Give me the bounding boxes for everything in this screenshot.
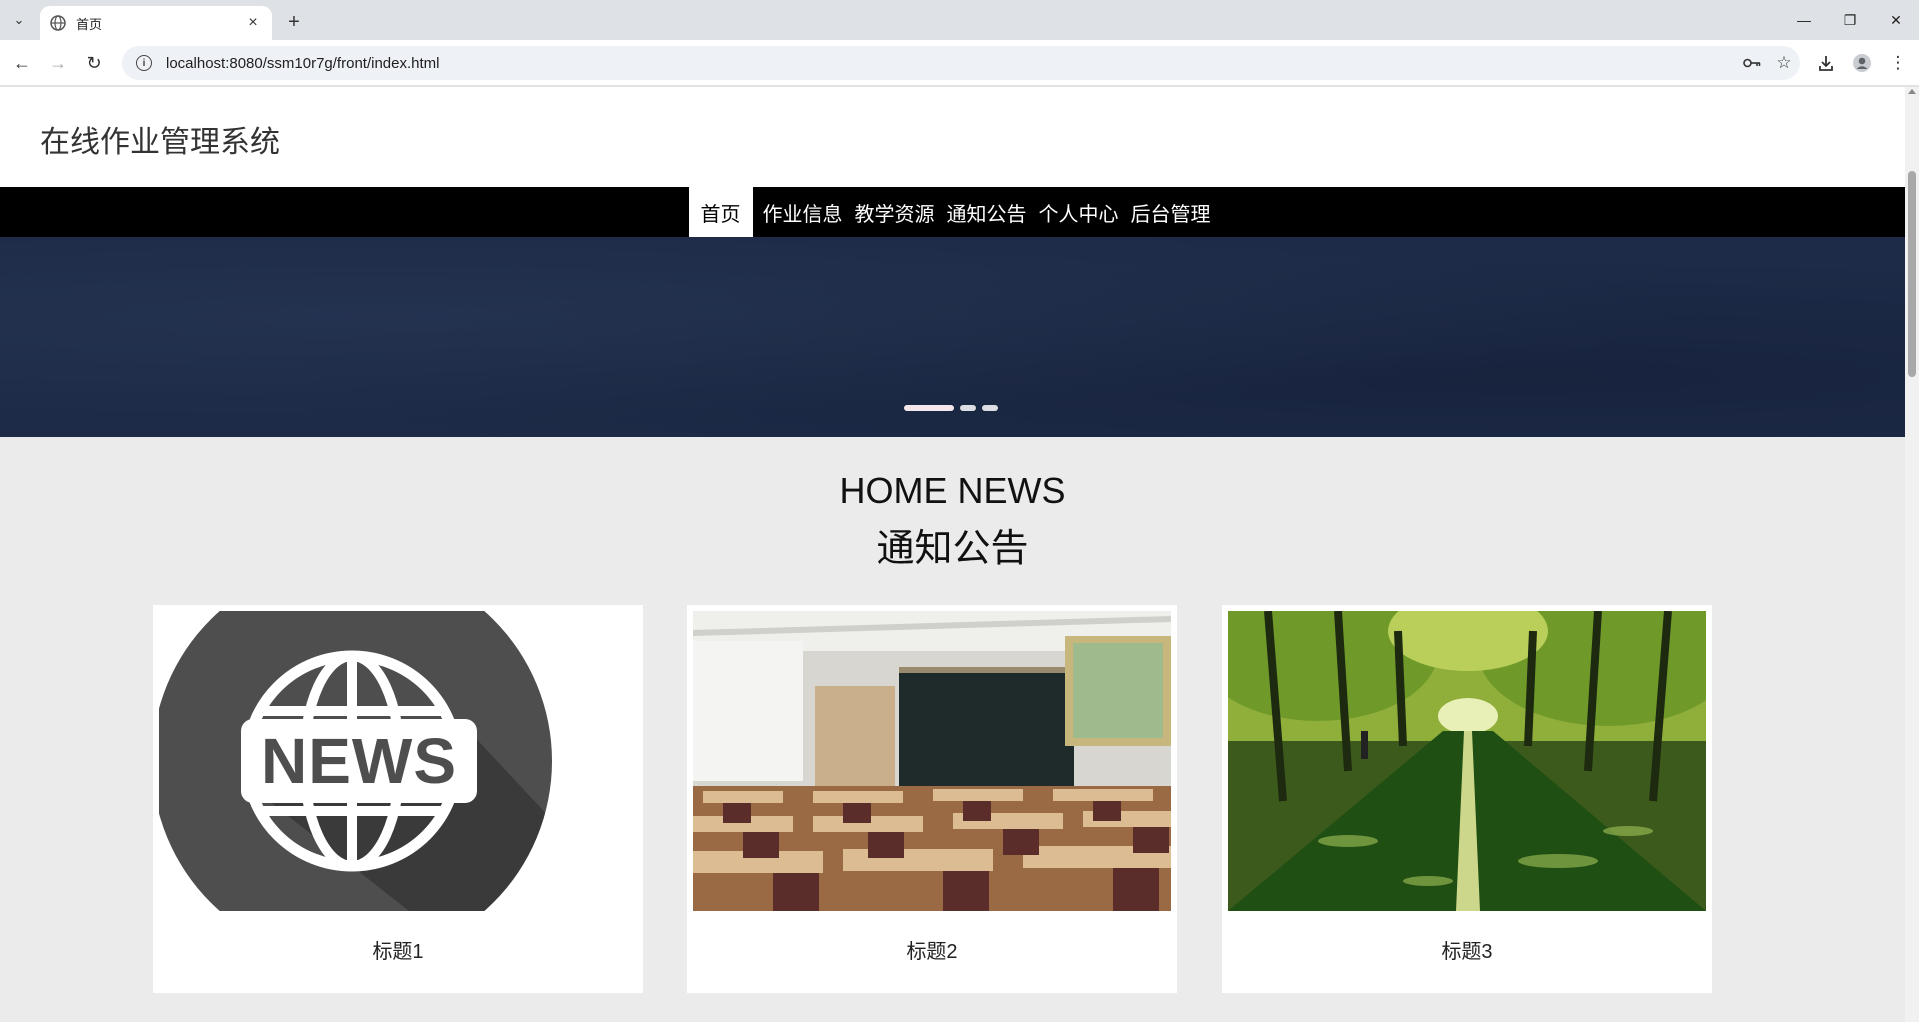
nav-item-profile[interactable]: 个人中心 [1033, 187, 1125, 237]
tab-title: 首页 [76, 16, 103, 32]
main-navbar: 首页 作业信息 教学资源 通知公告 个人中心 后台管理 [0, 187, 1905, 237]
browser-menu-icon[interactable]: ⋮ [1882, 47, 1914, 79]
site-header: 在线作业管理系统 [0, 87, 1905, 187]
site-title: 在线作业管理系统 [40, 126, 280, 159]
globe-icon [50, 15, 66, 31]
news-section-title-en: HOME NEWS [839, 470, 1066, 511]
nav-item-admin[interactable]: 后台管理 [1125, 187, 1217, 237]
page-content: 在线作业管理系统 首页 作业信息 教学资源 通知公告 个人中心 后台管理 HOM… [0, 87, 1905, 1022]
news-card-title[interactable]: 标题3 [1222, 935, 1712, 964]
tab-search-chevron-icon[interactable]: ⌄ [6, 7, 32, 33]
close-window-icon[interactable]: ✕ [1873, 0, 1919, 40]
tab-strip: ⌄ 首页 × + — ❐ ✕ [0, 0, 1919, 40]
nav-item-homework[interactable]: 作业信息 [757, 187, 849, 237]
classroom-image[interactable] [693, 611, 1171, 911]
forward-icon[interactable]: → [42, 47, 74, 79]
nav-item-home[interactable]: 首页 [688, 187, 753, 237]
minimize-icon[interactable]: — [1781, 0, 1827, 40]
download-icon[interactable] [1810, 47, 1842, 79]
carousel-indicators [904, 405, 998, 411]
news-card-title[interactable]: 标题1 [153, 935, 643, 964]
reload-icon[interactable]: ↻ [78, 47, 110, 79]
news-globe-image[interactable]: NEWS [159, 611, 637, 911]
address-bar[interactable]: i localhost:8080/ssm10r7g/front/index.ht… [122, 46, 1800, 80]
close-tab-icon[interactable]: × [244, 14, 262, 32]
scrollbar-thumb[interactable] [1908, 171, 1916, 377]
url-text[interactable]: localhost:8080/ssm10r7g/front/index.html [166, 55, 1736, 72]
news-card-2[interactable]: 标题2 [687, 605, 1177, 993]
nav-item-resources[interactable]: 教学资源 [849, 187, 941, 237]
nav-item-notices[interactable]: 通知公告 [941, 187, 1033, 237]
banner-carousel[interactable] [0, 237, 1905, 437]
carousel-dot-2[interactable] [960, 405, 976, 411]
news-section-title-cn: 通知公告 [876, 528, 1029, 570]
carousel-dot-3[interactable] [982, 405, 998, 411]
password-key-icon[interactable] [1736, 47, 1768, 79]
news-card-title[interactable]: 标题2 [687, 935, 1177, 964]
bookmark-star-icon[interactable]: ☆ [1768, 47, 1800, 79]
new-tab-button[interactable]: + [280, 8, 308, 36]
site-info-icon[interactable]: i [136, 55, 152, 71]
news-card-1[interactable]: NEWS 标题1 [153, 605, 643, 993]
browser-toolbar: ← → ↻ i localhost:8080/ssm10r7g/front/in… [0, 40, 1919, 86]
profile-avatar-icon[interactable] [1846, 47, 1878, 79]
browser-tab[interactable]: 首页 × [40, 6, 272, 40]
news-logo-text: NEWS [261, 725, 457, 797]
tree-lined-road-image[interactable] [1228, 611, 1706, 911]
carousel-dot-1[interactable] [904, 405, 954, 411]
page-viewport: 在线作业管理系统 首页 作业信息 教学资源 通知公告 个人中心 后台管理 HOM… [0, 87, 1919, 1022]
back-icon[interactable]: ← [6, 47, 38, 79]
scroll-up-icon[interactable] [1908, 89, 1916, 94]
page-scrollbar[interactable] [1905, 87, 1919, 1022]
news-card-3[interactable]: 标题3 [1222, 605, 1712, 993]
restore-icon[interactable]: ❐ [1827, 0, 1873, 40]
